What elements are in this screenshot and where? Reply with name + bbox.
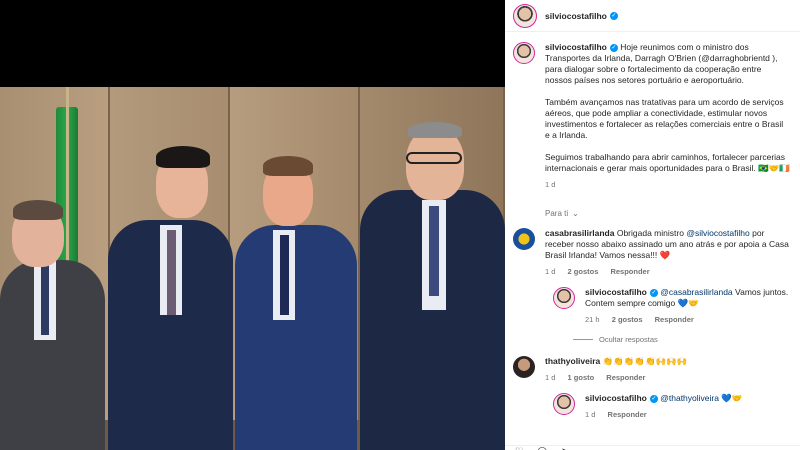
caption-username[interactable]: silviocostafilho	[545, 42, 607, 52]
comment-avatar[interactable]	[553, 287, 575, 309]
person-4	[360, 110, 505, 450]
hide-replies-label: Ocultar respostas	[599, 335, 658, 344]
comment-username[interactable]: silviocostafilho	[585, 287, 647, 297]
caption-paragraph-2: Também avançamos nas tratativas para um …	[545, 97, 784, 140]
reply-button[interactable]: Responder	[655, 315, 694, 324]
person-2	[108, 140, 238, 450]
comment-avatar[interactable]	[553, 393, 575, 415]
post-photo	[0, 87, 505, 450]
comment-likes[interactable]: 2 gostos	[612, 315, 643, 324]
comment-time: 1 d	[545, 373, 556, 382]
caption-paragraph-3: Seguimos trabalhando para abrir caminhos…	[545, 152, 790, 173]
comment-time: 21 h	[585, 315, 600, 324]
chevron-down-icon: ⌄	[572, 209, 579, 218]
comment-username[interactable]: casabrasilirlanda	[545, 228, 614, 238]
verified-badge-icon: ✓	[649, 394, 658, 403]
post-caption: silviocostafilho ✓ Hoje reunimos com o mi…	[505, 32, 800, 190]
comment-time: 1 d	[585, 410, 596, 419]
comment: casabrasilirlanda Obrigada ministro @sil…	[505, 228, 800, 277]
comments-sort[interactable]: Para ti ⌄	[545, 209, 800, 218]
heart-icon[interactable]: ♡	[515, 446, 523, 450]
comment-mention[interactable]: @casabrasilirlanda	[660, 287, 732, 297]
comment-mention[interactable]: @thathyoliveira	[660, 393, 719, 403]
comment-username[interactable]: silviocostafilho	[585, 393, 647, 403]
comments-sort-label: Para ti	[545, 209, 569, 218]
comment-text: 👏👏👏👏👏🙌🙌🙌	[602, 356, 688, 366]
comment-text: Obrigada ministro	[616, 228, 684, 238]
header-username[interactable]: silviocostafilho	[545, 11, 607, 21]
comment-reply: silviocostafilho ✓ @casabrasilirlanda Vam…	[545, 287, 800, 325]
person-3	[235, 150, 360, 450]
reply-button[interactable]: Responder	[608, 410, 647, 419]
caption-avatar[interactable]	[513, 42, 535, 64]
comment-icon[interactable]: ◯	[537, 446, 547, 450]
post-side-panel: silviocostafilho ✓ silviocostafilho ✓ Hoj…	[505, 0, 800, 450]
comment-username[interactable]: thathyoliveira	[545, 356, 600, 366]
comment-avatar[interactable]	[513, 228, 535, 250]
reply-button[interactable]: Responder	[610, 267, 649, 276]
reply-button[interactable]: Responder	[606, 373, 645, 382]
share-icon[interactable]: ➤	[561, 446, 569, 450]
comment-likes[interactable]: 1 gosto	[568, 373, 595, 382]
avatar[interactable]	[513, 3, 537, 28]
verified-badge-icon: ✓	[609, 11, 618, 20]
verified-badge-icon: ✓	[649, 288, 658, 297]
post-media[interactable]	[0, 0, 505, 450]
post-time: 1 d	[545, 180, 556, 189]
comment: thathyoliveira 👏👏👏👏👏🙌🙌🙌 1 d 1 gosto Resp…	[505, 356, 800, 383]
action-bar: ♡ ◯ ➤	[505, 445, 800, 450]
comment-reply: silviocostafilho ✓ @thathyoliveira 💙🤝 1 d…	[545, 393, 800, 420]
person-1	[0, 200, 110, 450]
post-header: silviocostafilho ✓	[505, 0, 800, 32]
hide-replies-button[interactable]: Ocultar respostas	[573, 335, 800, 344]
comment-text: 💙🤝	[721, 393, 743, 403]
comment-time: 1 d	[545, 267, 556, 276]
comment-likes[interactable]: 2 gostos	[568, 267, 599, 276]
comment-avatar[interactable]	[513, 356, 535, 378]
comment-mention[interactable]: @silviocostafilho	[686, 228, 749, 238]
verified-badge-icon: ✓	[609, 43, 618, 52]
